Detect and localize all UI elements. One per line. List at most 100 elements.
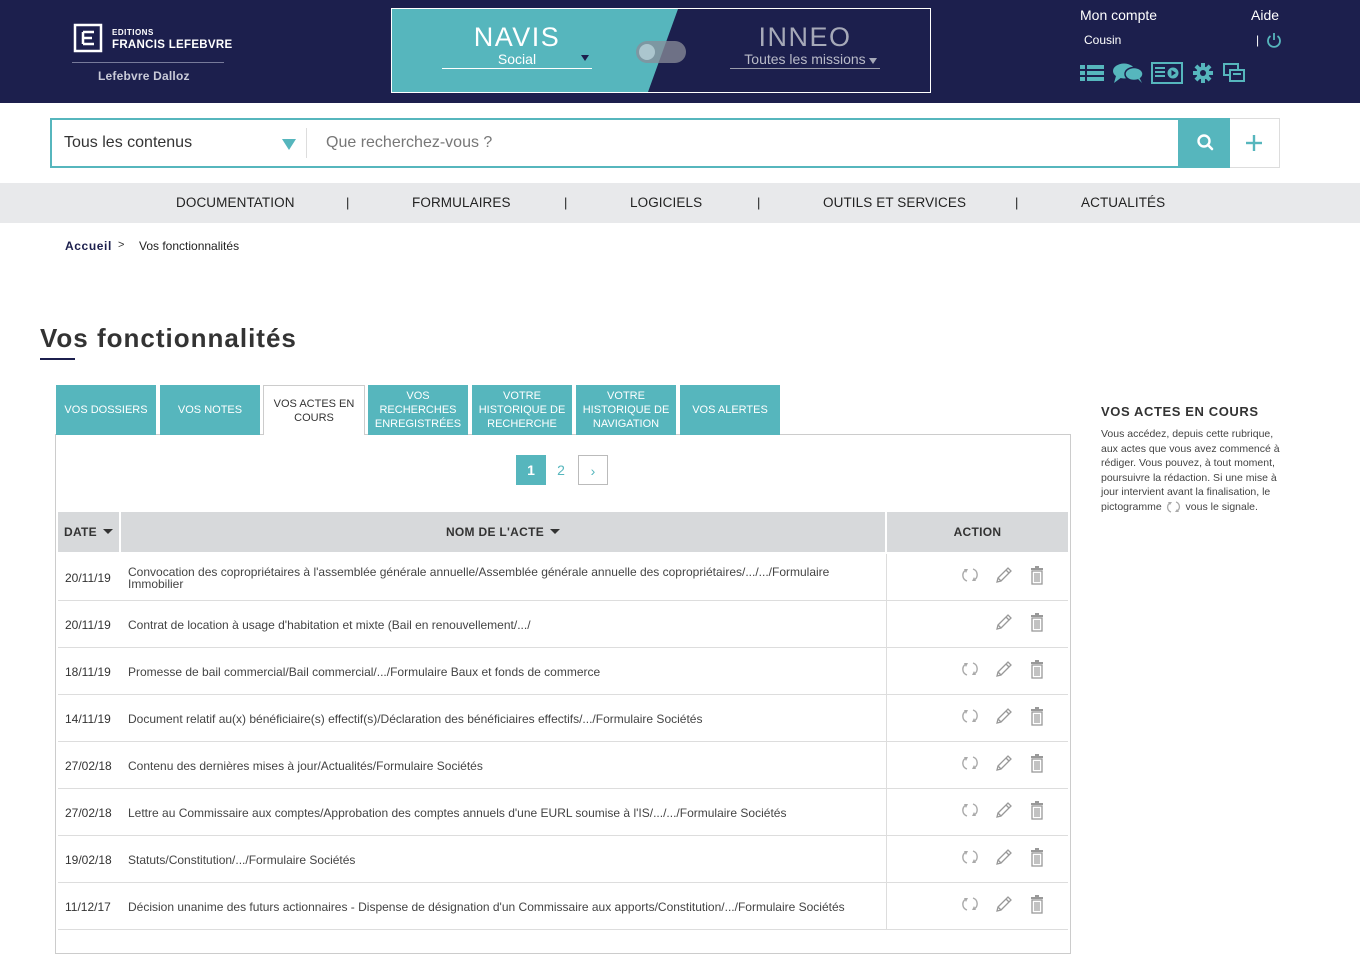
video-icon[interactable] <box>1151 62 1183 84</box>
table-row[interactable]: 20/11/19 Convocation des copropriétaires … <box>58 554 1068 601</box>
row-act-name[interactable]: Contrat de location à usage d'habitation… <box>128 601 868 648</box>
account-link[interactable]: Mon compte <box>1080 7 1157 23</box>
action-header-label: ACTION <box>953 525 1002 539</box>
search-button[interactable] <box>1180 118 1230 168</box>
edit-pencil-icon[interactable] <box>994 847 1014 867</box>
navis-caret-icon[interactable] <box>581 55 589 61</box>
nav-documentation[interactable]: DOCUMENTATION <box>176 195 295 210</box>
page-2-button[interactable]: 2 <box>546 455 576 485</box>
row-act-name[interactable]: Lettre au Commissaire aux comptes/Approb… <box>128 789 868 836</box>
row-act-name[interactable]: Décision unanime des futurs actionnaires… <box>128 883 868 930</box>
column-header-name[interactable]: NOM DE L'ACTE <box>121 512 885 552</box>
side-info-text-after: vous le signale. <box>1185 500 1258 513</box>
tab-vos-recherches-enregistrees[interactable]: VOS RECHERCHES ENREGISTRÉES <box>368 385 468 435</box>
scope-caret-icon[interactable] <box>282 139 296 150</box>
update-refresh-icon[interactable] <box>960 800 980 820</box>
nav-formulaires[interactable]: FORMULAIRES <box>412 195 511 210</box>
side-info-title: VOS ACTES EN COURS <box>1101 404 1259 419</box>
logo-mark-icon <box>73 23 103 53</box>
advanced-search-button[interactable] <box>1230 118 1280 168</box>
tab-historique-recherche[interactable]: VOTRE HISTORIQUE DE RECHERCHE <box>472 385 572 435</box>
francis-lefebvre-logo[interactable]: EDITIONS FRANCIS LEFEBVRE Lefebvre Dallo… <box>72 22 232 84</box>
tab-vos-alertes[interactable]: VOS ALERTES <box>680 385 780 435</box>
table-row[interactable]: 19/02/18 Statuts/Constitution/.../Formula… <box>58 836 1068 883</box>
next-page-button[interactable]: › <box>578 455 608 485</box>
delete-trash-icon[interactable] <box>1027 847 1047 867</box>
delete-trash-icon[interactable] <box>1027 753 1047 773</box>
update-refresh-icon[interactable] <box>960 847 980 867</box>
navis-domain-select[interactable]: Social <box>442 51 592 69</box>
search-scope-select[interactable]: Tous les contenus <box>64 134 192 152</box>
tab-vos-actes-en-cours[interactable]: VOS ACTES EN COURS <box>263 385 365 435</box>
table-row[interactable]: 18/11/19 Promesse de bail commercial/Bail… <box>58 648 1068 695</box>
edit-pencil-icon[interactable] <box>994 565 1014 585</box>
table-row[interactable]: 27/02/18 Lettre au Commissaire aux compte… <box>58 789 1068 836</box>
page-1-button[interactable]: 1 <box>516 455 546 485</box>
sort-caret-icon <box>102 529 113 535</box>
column-header-date[interactable]: DATE <box>58 512 119 552</box>
edit-pencil-icon[interactable] <box>994 659 1014 679</box>
logo-name-text: FRANCIS LEFEBVRE <box>112 39 233 51</box>
table-row[interactable]: 27/02/18 Contenu des dernières mises à jo… <box>58 742 1068 789</box>
update-refresh-icon <box>1166 501 1180 513</box>
tab-vos-dossiers[interactable]: VOS DOSSIERS <box>56 385 156 435</box>
inneo-mission-select[interactable]: Toutes les missions <box>730 51 880 69</box>
inneo-title[interactable]: INNEO <box>730 22 880 53</box>
update-refresh-icon[interactable] <box>960 753 980 773</box>
help-link[interactable]: Aide <box>1251 7 1279 23</box>
list-icon[interactable] <box>1079 62 1105 84</box>
breadcrumb-arrow: > <box>118 239 125 251</box>
row-act-name[interactable]: Convocation des copropriétaires à l'asse… <box>128 554 868 601</box>
row-act-name[interactable]: Statuts/Constitution/.../Formulaire Soci… <box>128 836 868 883</box>
delete-trash-icon[interactable] <box>1027 894 1047 914</box>
nav-separator: | <box>346 195 350 210</box>
breadcrumb-home[interactable]: Accueil <box>65 239 112 253</box>
edit-pencil-icon[interactable] <box>994 753 1014 773</box>
column-divider <box>886 648 887 695</box>
row-date: 11/12/17 <box>65 899 111 914</box>
edit-pencil-icon[interactable] <box>994 612 1014 632</box>
navis-title[interactable]: NAVIS <box>442 22 592 53</box>
delete-trash-icon[interactable] <box>1027 565 1047 585</box>
search-input[interactable] <box>316 126 1166 160</box>
edit-pencil-icon[interactable] <box>994 894 1014 914</box>
delete-trash-icon[interactable] <box>1027 659 1047 679</box>
logout-power-icon[interactable] <box>1266 32 1282 48</box>
top-header: EDITIONS FRANCIS LEFEBVRE Lefebvre Dallo… <box>0 0 1360 103</box>
column-header-action: ACTION <box>887 512 1068 552</box>
inneo-caret-icon[interactable] <box>869 58 877 64</box>
row-act-name[interactable]: Promesse de bail commercial/Bail commerc… <box>128 648 868 695</box>
windows-icon[interactable] <box>1222 62 1246 84</box>
column-divider <box>886 789 887 836</box>
update-refresh-icon[interactable] <box>960 659 980 679</box>
nav-outils-services[interactable]: OUTILS ET SERVICES <box>823 195 966 210</box>
row-date: 14/11/19 <box>65 711 111 726</box>
table-row[interactable]: 20/11/19 Contrat de location à usage d'ha… <box>58 601 1068 648</box>
update-refresh-icon[interactable] <box>960 565 980 585</box>
tab-historique-navigation[interactable]: VOTRE HISTORIQUE DE NAVIGATION <box>576 385 676 435</box>
table-row[interactable]: 11/12/17 Décision unanime des futurs acti… <box>58 883 1068 930</box>
logo-editions-text: EDITIONS <box>112 28 154 37</box>
column-divider <box>886 695 887 742</box>
row-act-name[interactable]: Contenu des dernières mises à jour/Actua… <box>128 742 868 789</box>
delete-trash-icon[interactable] <box>1027 706 1047 726</box>
update-refresh-icon[interactable] <box>960 894 980 914</box>
edit-pencil-icon[interactable] <box>994 800 1014 820</box>
nav-logiciels[interactable]: LOGICIELS <box>630 195 702 210</box>
nav-actualites[interactable]: ACTUALITÉS <box>1081 195 1165 210</box>
edit-pencil-icon[interactable] <box>994 706 1014 726</box>
toggle-knob <box>639 44 655 60</box>
search-bar: Tous les contenus <box>50 118 1280 168</box>
delete-trash-icon[interactable] <box>1027 612 1047 632</box>
delete-trash-icon[interactable] <box>1027 800 1047 820</box>
chat-icon[interactable] <box>1112 62 1144 84</box>
row-date: 19/02/18 <box>65 852 112 867</box>
row-act-name[interactable]: Document relatif au(x) bénéficiaire(s) e… <box>128 695 868 742</box>
update-refresh-icon[interactable] <box>960 706 980 726</box>
breadcrumb-current: Vos fonctionnalités <box>139 239 240 253</box>
nav-separator: | <box>1015 195 1019 210</box>
table-row[interactable]: 14/11/19 Document relatif au(x) bénéficia… <box>58 695 1068 742</box>
gear-icon[interactable] <box>1192 62 1214 84</box>
product-toggle[interactable] <box>636 41 686 63</box>
tab-vos-notes[interactable]: VOS NOTES <box>160 385 260 435</box>
